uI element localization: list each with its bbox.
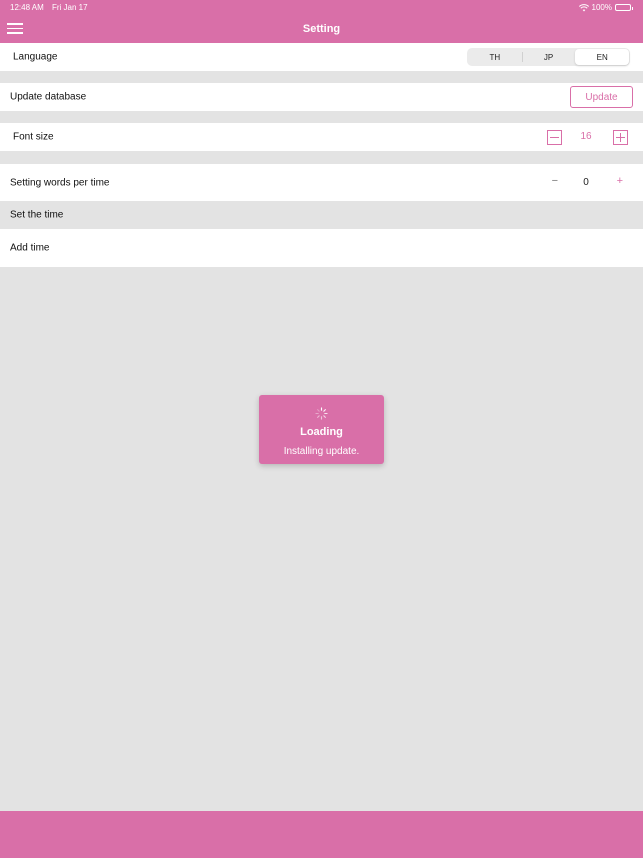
language-label: Language (13, 51, 58, 63)
language-segmented-control: TH JP EN (467, 48, 630, 66)
top-bar: 12:48 AM Fri Jan 17 100% Setting (0, 0, 643, 43)
minus-icon (550, 137, 559, 138)
loading-toast: Loading Installing update. (259, 395, 384, 464)
page-title: Setting (302, 23, 341, 35)
status-date: Fri Jan 17 (52, 3, 88, 12)
update-database-row: Update database Update (0, 83, 643, 111)
update-button[interactable]: Update (570, 86, 633, 108)
loading-title: Loading (300, 426, 343, 438)
language-row: Language TH JP EN (0, 43, 643, 71)
update-database-label: Update database (10, 91, 87, 103)
words-per-time-label: Setting words per time (10, 177, 110, 188)
words-per-time-row: Setting words per time − 0 + (0, 164, 643, 201)
words-increase-button[interactable]: + (617, 176, 623, 187)
status-indicators: 100% (578, 3, 633, 12)
font-size-value: 16 (580, 131, 592, 142)
spinner-icon (315, 407, 328, 420)
font-size-decrease-button[interactable] (547, 130, 562, 145)
plus-icon (616, 133, 625, 142)
set-the-time-header: Set the time (10, 209, 64, 221)
add-time-row[interactable]: Add time (0, 229, 643, 267)
language-option-th[interactable]: TH (468, 49, 522, 65)
font-size-label: Font size (13, 131, 54, 143)
add-time-label: Add time (10, 242, 50, 254)
font-size-increase-button[interactable] (613, 130, 628, 145)
battery-icon (615, 4, 633, 11)
status-time: 12:48 AM (10, 3, 44, 12)
loading-message: Installing update. (283, 446, 360, 457)
wifi-icon (578, 3, 589, 11)
words-decrease-button[interactable]: − (552, 176, 558, 187)
language-option-en[interactable]: EN (575, 49, 630, 65)
language-option-jp[interactable]: JP (521, 49, 576, 65)
words-per-time-value: 0 (583, 177, 589, 188)
set-the-time-section: Set the time (0, 201, 643, 229)
battery-percent: 100% (591, 3, 612, 12)
font-size-row: Font size 16 (0, 123, 643, 151)
bottom-bar (0, 811, 643, 858)
